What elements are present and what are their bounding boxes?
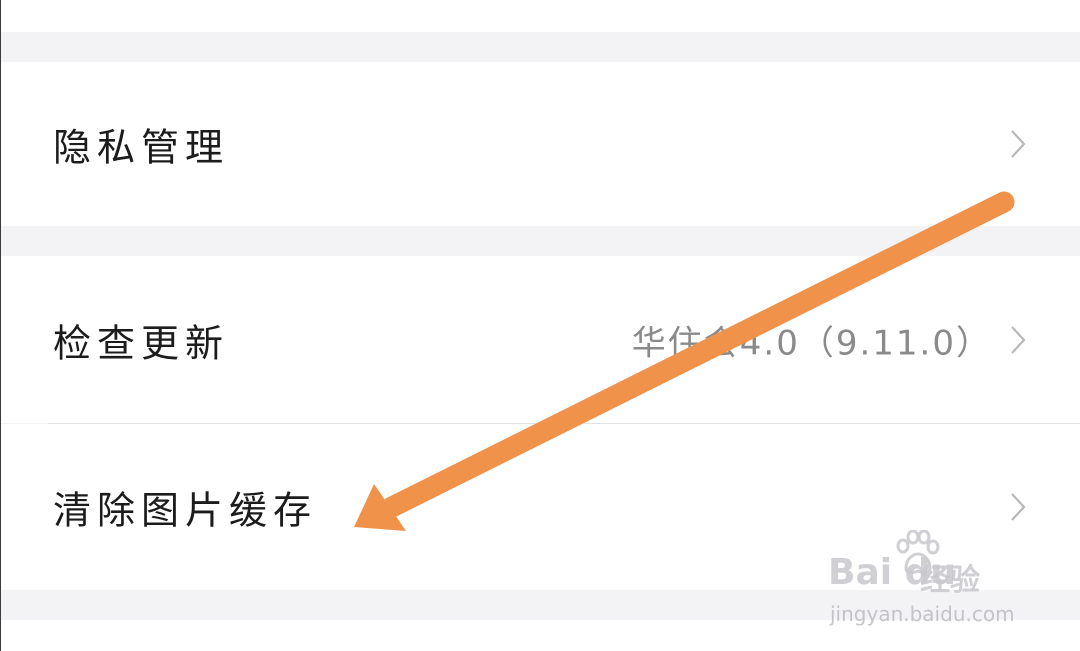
watermark-brand-cn: 经验 bbox=[920, 563, 980, 598]
watermark-url: jingyan.baidu.com bbox=[830, 602, 1015, 626]
annotation-arrow-shaft bbox=[381, 191, 1015, 518]
baidu-jingyan-watermark: Bai du 经验 jingyan.baidu.com bbox=[828, 530, 1028, 635]
